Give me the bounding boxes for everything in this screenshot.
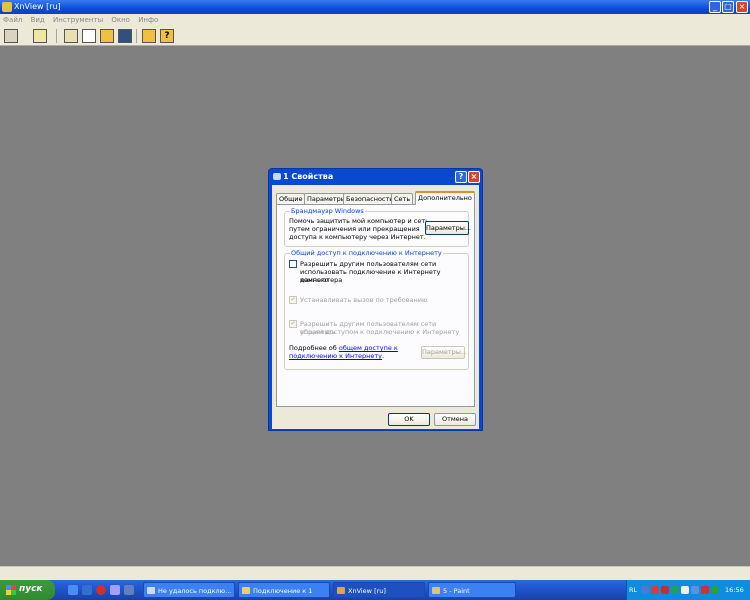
- folder-icon: [242, 587, 250, 594]
- task-xnview[interactable]: XnView [ru]: [333, 582, 425, 598]
- dialog-title: 1 Свойства: [283, 172, 334, 181]
- allow-control-checkbox[interactable]: ✓: [289, 320, 297, 328]
- tray-icon-6[interactable]: [691, 586, 699, 594]
- desktop-quicklaunch-icon[interactable]: [68, 585, 78, 595]
- clock: 16:56: [725, 586, 744, 594]
- start-button[interactable]: пуск: [0, 580, 55, 600]
- help-button[interactable]: ?: [455, 171, 467, 183]
- more-info-text: Подробнее об общем доступе к: [289, 344, 398, 352]
- menu-view[interactable]: Вид: [28, 14, 48, 26]
- firewall-group-label: Брандмауэр Windows: [290, 207, 365, 215]
- status-bar: [0, 566, 750, 580]
- task-paint[interactable]: 5 - Paint: [428, 582, 516, 598]
- toolbar: ?: [0, 26, 750, 46]
- tray-icon-8[interactable]: [711, 586, 719, 594]
- allow-sharing-label-1: Разрешить другим пользователям сети: [300, 260, 437, 268]
- system-tray: RL 16:56: [626, 580, 750, 600]
- dialog-title-bar[interactable]: 1 Свойства ? ×: [269, 169, 482, 185]
- firewall-settings-button[interactable]: Параметры...: [425, 221, 471, 235]
- task-label: Не удалось подклю...: [158, 587, 232, 595]
- task-connection-1[interactable]: Подключение к 1: [238, 582, 330, 598]
- dialog-close-button[interactable]: ×: [468, 171, 480, 183]
- windows-logo-icon: [6, 585, 16, 595]
- dial-on-demand-label: Устанавливать вызов по требованию: [300, 296, 428, 304]
- ics-settings-button[interactable]: Параметры...: [421, 346, 467, 359]
- ics-help-link-1[interactable]: общем доступе к: [339, 344, 398, 352]
- taskbar: пуск Не удалось подклю... Подключение к …: [0, 580, 750, 600]
- maximize-button[interactable]: □: [722, 1, 734, 13]
- allow-sharing-label-3: компьютера: [300, 276, 343, 284]
- allow-control-label-2: общим доступом к подключению к Интернету: [300, 328, 460, 336]
- task-label: Подключение к 1: [253, 587, 313, 595]
- firewall-text-2: путем ограничения или прекращения: [289, 225, 420, 233]
- tab-panel-advanced: Брандмауэр Windows Помочь защитить мой к…: [276, 204, 475, 407]
- open-icon[interactable]: [33, 29, 47, 43]
- capture-icon[interactable]: [100, 29, 114, 43]
- help-icon[interactable]: ?: [160, 29, 174, 43]
- ics-help-link-2[interactable]: подключению к Интернету: [289, 352, 382, 360]
- browser-icon[interactable]: [4, 29, 18, 43]
- slideshow-icon[interactable]: [118, 29, 132, 43]
- cancel-button[interactable]: Отмена: [434, 413, 476, 426]
- tray-icon-3[interactable]: [661, 586, 669, 594]
- firewall-text-1: Помочь защитить мой компьютер и сеть: [289, 217, 429, 225]
- window-icon: [147, 587, 155, 594]
- paint-icon: [432, 587, 440, 594]
- tab-advanced[interactable]: Дополнительно: [415, 191, 475, 205]
- settings-icon[interactable]: [142, 29, 156, 43]
- app-title-bar[interactable]: XnView [ru] _ □ ×: [0, 0, 750, 14]
- xnview-app-icon[interactable]: [2, 2, 12, 12]
- scan-icon[interactable]: [82, 29, 96, 43]
- tray-icon-1[interactable]: [641, 586, 649, 594]
- tab-security[interactable]: Безопасность: [343, 193, 397, 204]
- language-indicator[interactable]: RL: [629, 586, 637, 594]
- minimize-button[interactable]: _: [709, 1, 721, 13]
- firewall-group: Брандмауэр Windows Помочь защитить мой к…: [284, 207, 471, 247]
- task-connection-failed[interactable]: Не удалось подклю...: [143, 582, 235, 598]
- properties-dialog: 1 Свойства ? × Общие Параметры Безопасно…: [268, 168, 483, 431]
- tray-icon-2[interactable]: [651, 586, 659, 594]
- tab-network[interactable]: Сеть: [391, 193, 414, 204]
- close-button[interactable]: ×: [736, 1, 748, 13]
- tray-icon-5[interactable]: [681, 586, 689, 594]
- ie-quicklaunch-icon[interactable]: [82, 585, 92, 595]
- tab-general[interactable]: Общие: [276, 193, 306, 204]
- menu-tools[interactable]: Инструменты: [50, 14, 106, 26]
- start-label: пуск: [19, 584, 43, 594]
- opera-quicklaunch-icon[interactable]: [96, 585, 106, 595]
- menu-info[interactable]: Инфо: [135, 14, 161, 26]
- task-label: XnView [ru]: [348, 587, 386, 595]
- xnview-icon: [337, 587, 345, 594]
- tray-icon-7[interactable]: [701, 586, 709, 594]
- tray-icon-4[interactable]: [671, 586, 679, 594]
- more-info-suffix: .: [382, 352, 385, 360]
- explorer-quicklaunch-icon[interactable]: [124, 585, 134, 595]
- more-info-text-2: подключению к Интернету.: [289, 352, 384, 360]
- task-label: 5 - Paint: [443, 587, 470, 595]
- app-title: XnView [ru]: [14, 2, 61, 11]
- more-info-prefix: Подробнее об: [289, 344, 339, 352]
- dialog-body: Общие Параметры Безопасность Сеть Дополн…: [272, 185, 479, 429]
- firewall-text-3: доступа к компьютеру через Интернет.: [289, 233, 426, 241]
- network-connection-icon: [273, 173, 281, 180]
- ics-group: Общий доступ к подключению к Интернету Р…: [284, 249, 469, 370]
- allow-sharing-checkbox[interactable]: [289, 260, 297, 268]
- menu-bar: Файл Вид Инструменты Окно Инфо: [0, 14, 750, 26]
- media-quicklaunch-icon[interactable]: [110, 585, 120, 595]
- dial-on-demand-checkbox[interactable]: ✓: [289, 296, 297, 304]
- ok-button[interactable]: OK: [388, 413, 430, 426]
- acquire-icon[interactable]: [64, 29, 78, 43]
- ics-group-label: Общий доступ к подключению к Интернету: [290, 249, 443, 257]
- menu-file[interactable]: Файл: [0, 14, 25, 26]
- menu-window[interactable]: Окно: [108, 14, 133, 26]
